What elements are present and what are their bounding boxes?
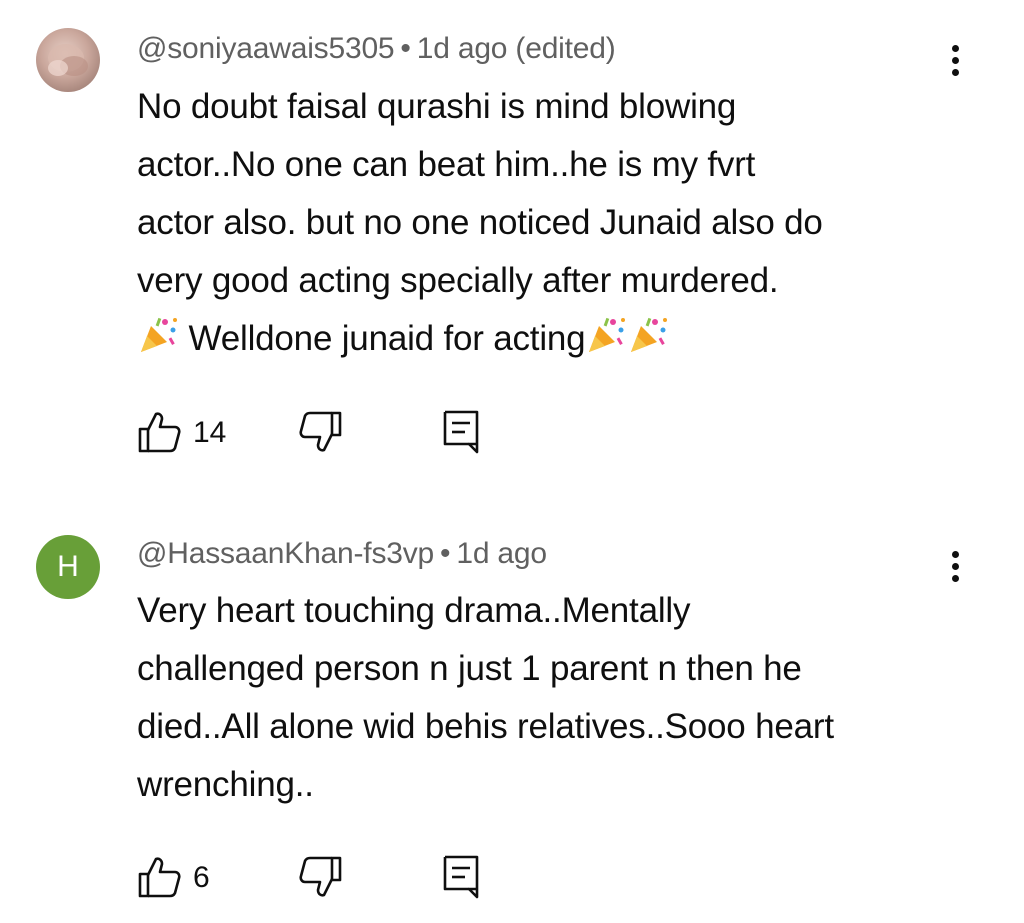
comment-timestamp: 1d ago (edited) (416, 32, 616, 65)
party-popper-emoji (141, 317, 177, 352)
comment-text: Very heart touching drama..Mentally chal… (137, 582, 937, 814)
avatar[interactable]: H (36, 535, 100, 599)
reply-button[interactable] (441, 410, 481, 454)
like-button[interactable] (137, 410, 181, 454)
reply-comment-icon (443, 855, 479, 899)
party-popper-emoji (631, 317, 668, 352)
comment-line: actor..No one can beat him..he is my fvr… (137, 145, 756, 184)
comment-line: Welldone junaid for acting (179, 319, 586, 358)
meta-separator: • (400, 32, 411, 65)
avatar-photo-icon (48, 44, 88, 76)
avatar-letter: H (57, 550, 79, 583)
like-count: 6 (193, 861, 210, 894)
more-dot (951, 563, 959, 570)
avatar[interactable] (36, 28, 100, 92)
more-dot (951, 57, 959, 64)
comment-meta: @HassaanKhan-fs3vp • 1d ago (137, 537, 547, 571)
comment-more-button[interactable] (940, 42, 970, 86)
comment-line: challenged person n just 1 parent n then… (137, 649, 802, 688)
comment-author-handle[interactable]: @HassaanKhan-fs3vp (137, 537, 434, 570)
comment-line: died..All alone wid behis relatives..Soo… (137, 707, 834, 746)
thumb-down-icon (299, 411, 342, 452)
comment-line-with-emoji: Welldone junaid for acting (137, 310, 937, 368)
like-button[interactable] (137, 855, 181, 899)
thumb-up-icon (138, 412, 181, 453)
comment-line: very good acting specially after murdere… (137, 261, 779, 300)
more-dot (951, 575, 959, 582)
more-dot (951, 69, 959, 76)
comment-line: actor also. but no one noticed Junaid al… (137, 203, 823, 242)
comment-author-handle[interactable]: @soniyaawais5305 (137, 32, 395, 65)
reply-comment-icon (443, 410, 479, 454)
more-vertical-icon (951, 45, 959, 52)
comment-actions: 14 (137, 410, 537, 454)
comment-timestamp: 1d ago (456, 537, 547, 570)
comment-meta: @soniyaawais5305 • 1d ago (edited) (137, 32, 616, 66)
thumb-up-icon (138, 857, 181, 898)
comment-more-button[interactable] (940, 548, 970, 592)
comment-text: No doubt faisal qurashi is mind blowing … (137, 78, 937, 368)
comment-line: Very heart touching drama..Mentally (137, 591, 691, 630)
comment-actions: 6 (137, 855, 537, 899)
meta-separator: • (440, 537, 451, 570)
comment-line: wrenching.. (137, 765, 314, 804)
reply-button[interactable] (441, 855, 481, 899)
thumb-down-icon (299, 856, 342, 897)
dislike-button[interactable] (299, 410, 343, 454)
party-popper-emoji (589, 317, 626, 352)
more-vertical-icon (951, 551, 959, 558)
comment-line: No doubt faisal qurashi is mind blowing (137, 87, 737, 126)
dislike-button[interactable] (299, 855, 343, 899)
like-count: 14 (193, 416, 227, 449)
